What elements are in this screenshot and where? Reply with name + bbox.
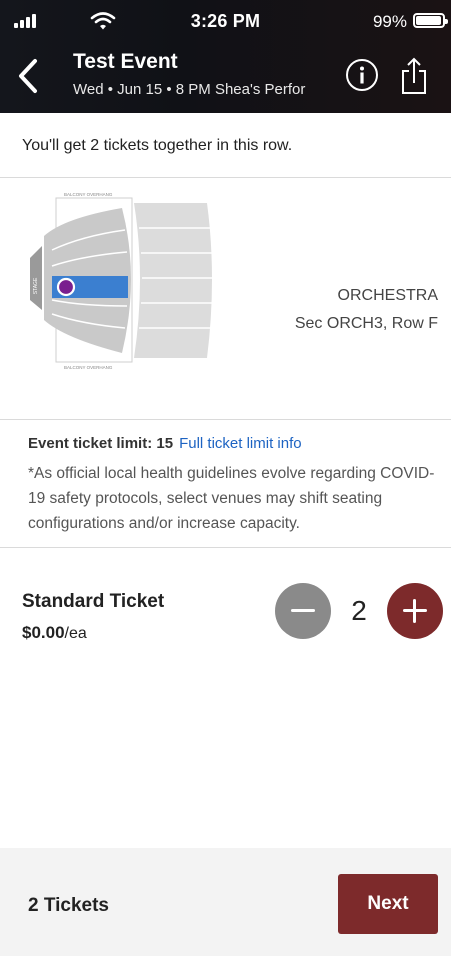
covid-notice: *As official local health guidelines evo… xyxy=(28,465,435,532)
ticket-price: $0.00/ea xyxy=(22,623,87,643)
footer-bar: 2 Tickets Next xyxy=(0,848,451,956)
ticket-price-value: $0.00 xyxy=(22,623,65,642)
ticket-limit-link[interactable]: Full ticket limit info xyxy=(179,435,302,452)
seat-marker xyxy=(56,277,76,297)
ticket-price-unit: /ea xyxy=(64,625,87,642)
ticket-selection-panel: You'll get 2 tickets together in this ro… xyxy=(0,113,451,848)
ticket-limit: Event ticket limit: 15 Full ticket limit … xyxy=(28,435,302,452)
ticket-count: 2 Tickets xyxy=(28,895,109,916)
plus-icon[interactable] xyxy=(387,583,443,639)
event-subtitle: Wed • Jun 15 • 8 PM Shea's Perfor xyxy=(73,81,306,98)
ticket-limit-label: Event ticket limit: 15 xyxy=(28,435,174,452)
event-title: Test Event xyxy=(73,50,178,73)
battery-icon xyxy=(413,13,448,28)
minus-icon[interactable] xyxy=(275,583,331,639)
quantity-value: 2 xyxy=(351,595,367,626)
section-name: ORCHESTRA xyxy=(337,287,438,304)
battery-fill xyxy=(416,16,442,25)
top-bar: 3:26 PM 99% Test Event Wed • Jun 15 • 8 … xyxy=(0,0,451,113)
info-icon[interactable] xyxy=(346,59,378,91)
rear-section xyxy=(134,203,212,358)
stage-label: STAGE xyxy=(33,277,39,294)
next-button[interactable]: Next xyxy=(338,874,438,934)
balcony-label-top: BALCONY OVERHANG xyxy=(64,192,113,197)
share-icon[interactable] xyxy=(400,56,428,96)
divider xyxy=(0,419,451,420)
ticket-type-name: Standard Ticket xyxy=(22,591,165,612)
chevron-left-icon[interactable] xyxy=(14,56,42,96)
status-bar: 3:26 PM 99% xyxy=(0,0,451,40)
battery-percent: 99% xyxy=(372,12,407,31)
seat-map[interactable]: BALCONY OVERHANG BALCONY OVERHANG STAGE xyxy=(22,188,232,378)
tickets-together-text: You'll get 2 tickets together in this ro… xyxy=(22,137,293,154)
divider xyxy=(0,177,451,178)
section-row: Sec ORCH3, Row F xyxy=(294,315,438,332)
divider xyxy=(0,547,451,548)
balcony-label-bottom: BALCONY OVERHANG xyxy=(64,365,113,370)
